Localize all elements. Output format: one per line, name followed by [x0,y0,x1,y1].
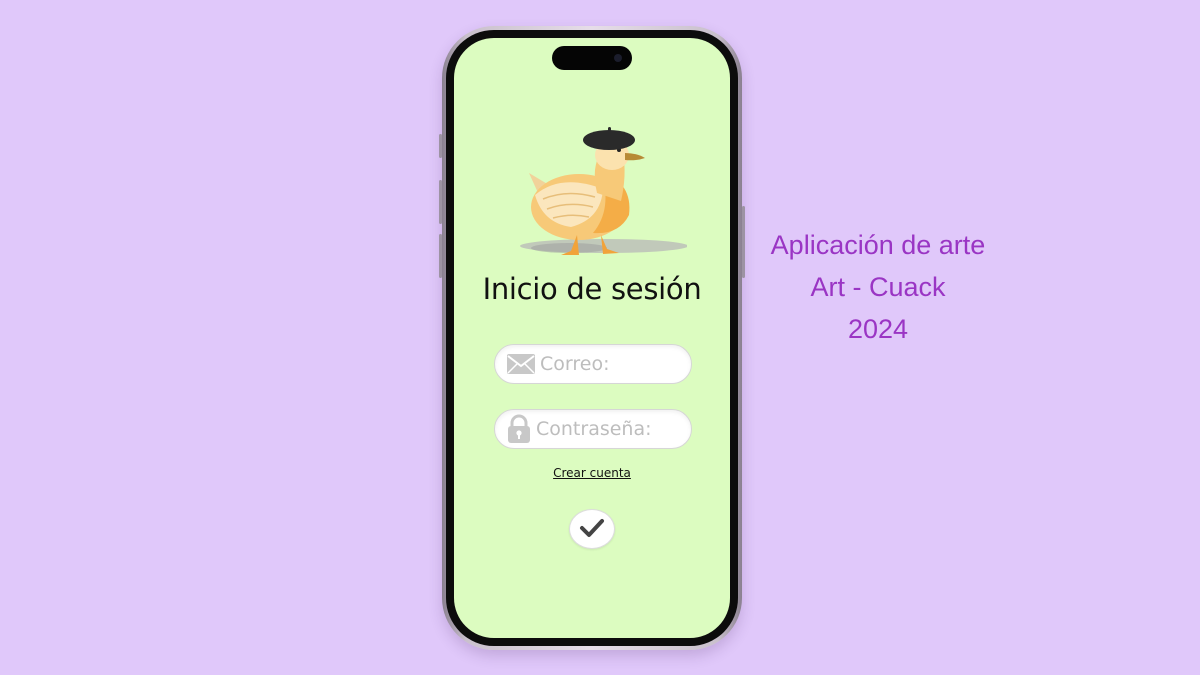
page-title: Inicio de sesión [482,272,702,306]
password-field[interactable] [494,409,692,449]
checkmark-icon [579,518,605,541]
caption-line-app-name: Art - Cuack [810,272,946,302]
phone-volume-down-button [439,234,442,278]
phone-frame: Inicio de sesión Correo: Crear cuenta [439,26,745,650]
envelope-icon [507,354,535,374]
create-account-link[interactable]: Crear cuenta [454,466,730,480]
phone-power-button [742,206,745,278]
duck-with-beret-illustration [520,127,687,255]
caption-line-app-description: Aplicación de arte [770,230,986,260]
caption-line-year: 2024 [847,314,909,344]
lock-icon [507,414,531,444]
login-screen: Inicio de sesión Correo: Crear cuenta [454,38,730,638]
phone-action-button [439,134,442,158]
phone-volume-up-button [439,180,442,224]
password-input[interactable] [531,418,676,440]
email-input[interactable] [535,353,680,375]
dynamic-island [552,46,632,70]
phone-bezel: Inicio de sesión Correo: Crear cuenta [446,30,738,646]
presentation-caption: Aplicación de arte Art - Cuack 2024 [760,224,996,350]
camera-icon [614,54,622,62]
submit-button[interactable] [569,509,615,549]
email-field[interactable] [494,344,692,384]
